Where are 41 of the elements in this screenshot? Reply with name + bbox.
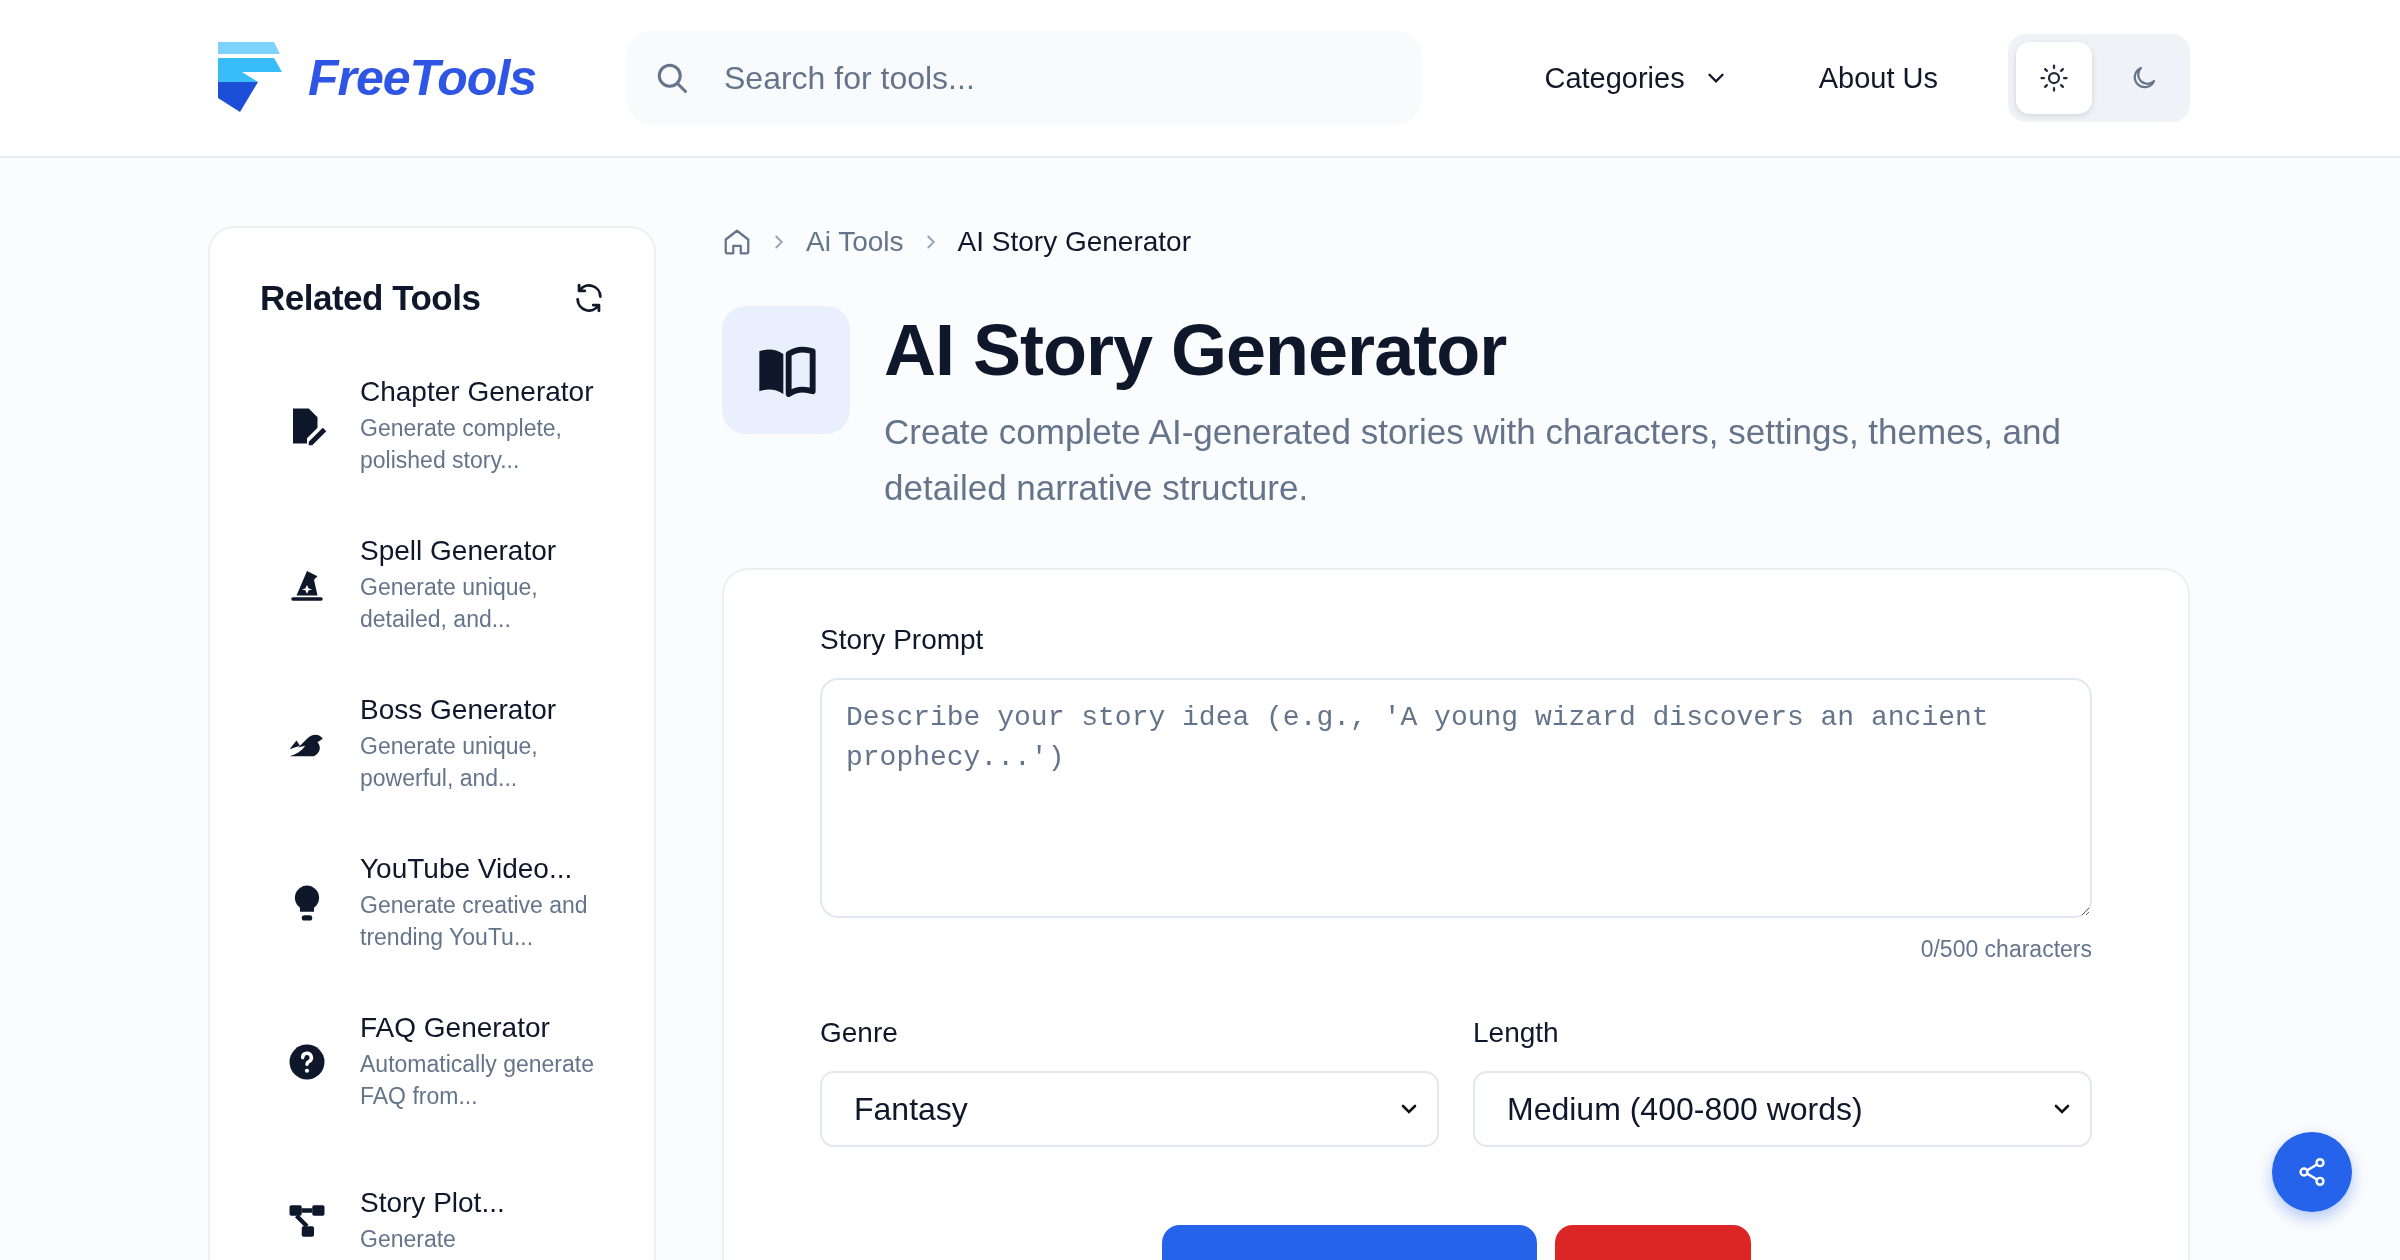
tool-title: Spell Generator [360, 534, 558, 567]
tool-description: Automatically generate FAQ from... [360, 1049, 595, 1111]
tool-description: Generate creative and trending YouTu... [360, 890, 589, 952]
field-label: Story Prompt [820, 624, 985, 656]
related-tool-item[interactable]: Story Plot... Generate [260, 1141, 606, 1260]
share-button[interactable] [2272, 1132, 2352, 1212]
related-tool-item[interactable]: FAQ Generator Automatically generate FAQ from... [260, 982, 606, 1141]
home-icon[interactable] [722, 227, 752, 257]
tool-title: Chapter Generator [360, 375, 595, 408]
related-tool-item[interactable]: Spell Generator Generate unique, detailed, and... [260, 505, 606, 664]
tool-description: Generate unique, powerful, and... [360, 731, 539, 793]
tool-description: Generate [360, 1224, 457, 1254]
character-counter: 0/500 characters [1920, 936, 2092, 963]
logo-icon[interactable] [218, 42, 282, 114]
select-field[interactable]: Fantasy [820, 1071, 1439, 1147]
book-icon [722, 306, 850, 434]
tool-title: YouTube Video... [360, 852, 574, 885]
page-title: AI Story Generator [884, 309, 1508, 392]
tool-title: FAQ Generator [360, 1011, 551, 1044]
sidebar-title: Related Tools [260, 278, 481, 318]
select-field[interactable]: Medium (400-800 words) [1473, 1071, 2092, 1147]
breadcrumb-link[interactable]: Ai Tools [806, 226, 904, 258]
tool-title: Story Plot... [360, 1186, 505, 1219]
page-subtitle: Create complete AI-generated stories with characters, settings, themes, and detailed narrative structure. [884, 411, 2062, 509]
tool-title: Boss Generator [360, 693, 558, 726]
tool-description: Generate unique, detailed, and... [360, 572, 539, 634]
related-tool-item[interactable]: Chapter Generator Generate complete, polished story... [260, 346, 606, 505]
sun-icon [2039, 63, 2069, 93]
share-icon [2296, 1156, 2328, 1188]
categories-dropdown[interactable]: Categories [1544, 61, 1729, 95]
related-tool-item[interactable]: YouTube Video... Generate creative and trending YouTu... [260, 823, 606, 982]
field-label: Length [1473, 1017, 1560, 1049]
logo-text[interactable]: FreeTools [308, 49, 537, 107]
breadcrumb-current[interactable]: AI Story Generator [957, 226, 1191, 258]
light-mode-button[interactable] [2016, 42, 2092, 114]
field-label: Genre [820, 1017, 899, 1049]
nav-link[interactable]: About Us [1818, 61, 1938, 95]
search-field[interactable]: Search for tools... [626, 31, 1422, 125]
related-tool-item[interactable]: Boss Generator Generate unique, powerful, and... [260, 664, 606, 823]
tool-description: Generate complete, polished story... [360, 413, 563, 475]
story-prompt-field[interactable]: Describe your story idea (e.g., 'A young wizard discovers an ancient prophecy...') [820, 678, 2092, 918]
